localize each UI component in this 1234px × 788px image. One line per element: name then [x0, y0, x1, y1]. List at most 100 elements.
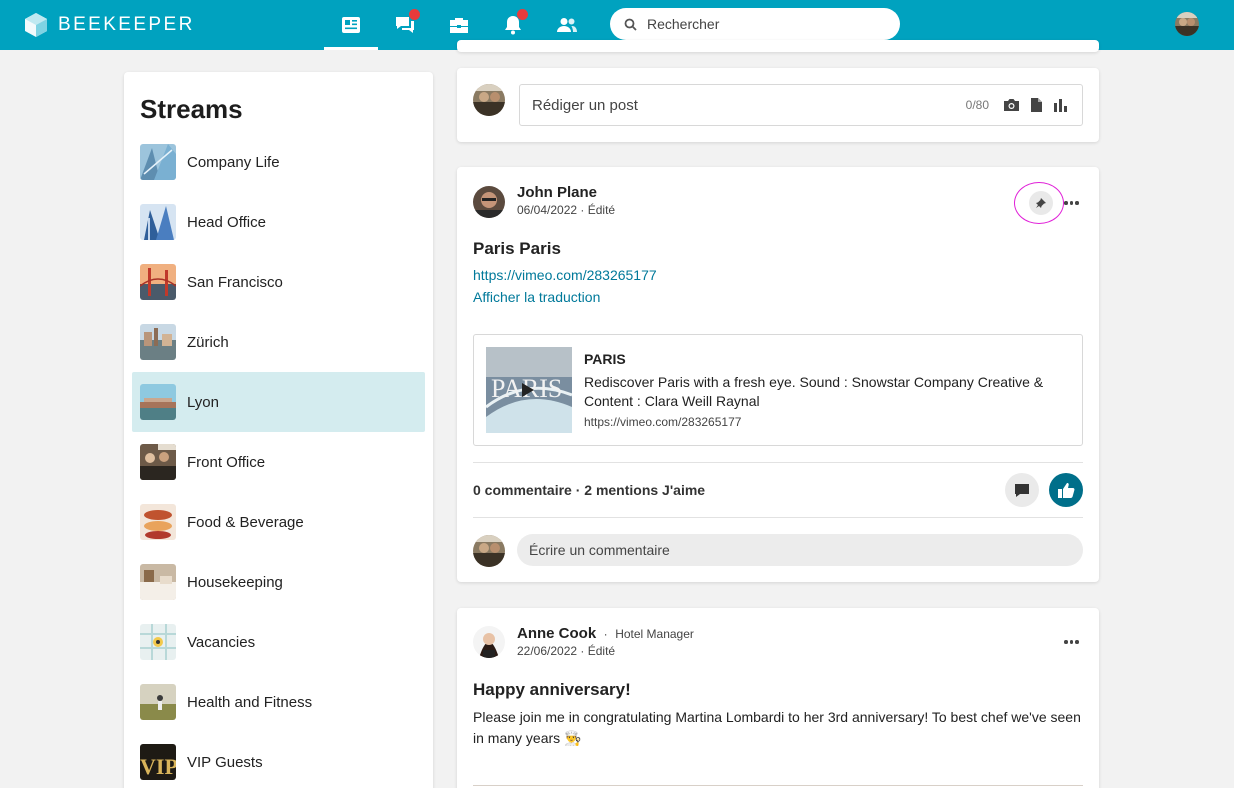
stream-thumbnail [140, 384, 176, 420]
preview-title: PARIS [584, 351, 626, 367]
post-meta: 22/06/2022 · Édité [517, 644, 615, 658]
post-date: 06/04/2022 [517, 203, 578, 217]
composer-card: Rédiger un post 0/80 [457, 68, 1099, 142]
author-avatar[interactable] [473, 626, 505, 658]
stream-zurich[interactable]: Zürich [132, 312, 425, 372]
meta-separator: · [580, 203, 588, 217]
people-icon [557, 18, 577, 32]
previous-card-edge [457, 40, 1099, 52]
post-author[interactable]: John Plane [517, 184, 597, 201]
stream-label: Front Office [187, 453, 266, 471]
stream-lyon[interactable]: Lyon [132, 372, 425, 432]
post-body: Please join me in congratulating Martina… [473, 709, 1081, 746]
composer-avatar [473, 84, 505, 116]
post-title: Paris Paris [473, 239, 561, 258]
stream-thumbnail: VIP [140, 744, 176, 780]
avatar-image [1175, 12, 1199, 36]
post-edited: Édité [587, 644, 616, 658]
stream-thumbnail [140, 504, 176, 540]
stream-food-beverage[interactable]: Food & Beverage [132, 492, 425, 552]
like-button[interactable] [1049, 473, 1083, 507]
poll-icon[interactable] [1053, 98, 1068, 113]
stream-thumbnail [140, 444, 176, 480]
pin-icon [1036, 198, 1046, 208]
stream-label: Company Life [187, 153, 280, 171]
preview-url: https://vimeo.com/283265177 [584, 415, 742, 429]
media-edge [473, 785, 1083, 786]
hexagon-logo-icon [25, 13, 47, 37]
stream-label: Lyon [187, 393, 219, 411]
post-meta: 06/04/2022 · Édité [517, 203, 615, 217]
news-feed-icon [342, 17, 360, 33]
stream-label: Health and Fitness [187, 693, 313, 711]
meta-separator: · [580, 644, 588, 658]
post-edited: Édité [587, 203, 616, 217]
comment-input[interactable]: Écrire un commentaire [517, 534, 1083, 566]
post-date: 22/06/2022 [517, 644, 578, 658]
stream-head-office[interactable]: Head Office [132, 192, 425, 252]
stream-label: VIP Guests [187, 753, 263, 771]
nav-news-feed[interactable] [324, 0, 378, 50]
divider [473, 517, 1083, 518]
compose-post-input[interactable]: Rédiger un post 0/80 [519, 84, 1083, 126]
post-title: Happy anniversary! [473, 680, 631, 699]
character-counter: 0/80 [965, 98, 989, 112]
commenter-avatar [473, 535, 505, 567]
streams-title: Streams [140, 94, 243, 124]
post-stats[interactable]: 0 commentaire · 2 mentions J'aime [473, 482, 705, 498]
tools-icon [450, 18, 468, 33]
post-author: Anne Cook · Hotel Manager [517, 625, 694, 642]
post-card: John Plane 06/04/2022 · Édité Paris Pari… [457, 167, 1099, 582]
beekeeper-logo[interactable]: BEEKEEPER [24, 12, 195, 38]
search-input[interactable] [647, 16, 877, 32]
brand-name: BEEKEEPER [58, 14, 195, 35]
stream-company-life[interactable]: Company Life [132, 132, 425, 192]
meta-separator: · [600, 627, 612, 641]
comment-icon [1015, 483, 1029, 497]
streams-panel: Streams Company Life Head Office San Fra… [124, 72, 433, 788]
comment-button[interactable] [1005, 473, 1039, 507]
stream-label: Head Office [187, 213, 266, 231]
stream-thumbnail [140, 264, 176, 300]
camera-icon[interactable] [1003, 98, 1020, 112]
post-more-options-icon[interactable] [1064, 640, 1079, 644]
stream-thumbnail [140, 624, 176, 660]
search-icon [624, 18, 637, 31]
preview-description: Rediscover Paris with a fresh eye. Sound… [584, 374, 1044, 409]
author-role: Hotel Manager [615, 627, 694, 641]
stream-vacancies[interactable]: Vacancies [132, 612, 425, 672]
stream-thumbnail [140, 324, 176, 360]
stream-thumbnail [140, 144, 176, 180]
document-icon[interactable] [1030, 97, 1043, 113]
divider [473, 462, 1083, 463]
compose-placeholder: Rédiger un post [532, 96, 638, 114]
stream-label: Housekeeping [187, 573, 283, 591]
stream-housekeeping[interactable]: Housekeeping [132, 552, 425, 612]
link-preview[interactable]: PARIS PARIS Rediscover Paris with a fres… [473, 334, 1083, 446]
author-avatar[interactable] [473, 186, 505, 218]
stream-label: Food & Beverage [187, 513, 304, 531]
nav-chats[interactable] [378, 0, 432, 50]
pin-button[interactable] [1029, 191, 1053, 215]
stream-san-francisco[interactable]: San Francisco [132, 252, 425, 312]
stream-label: San Francisco [187, 273, 283, 291]
stream-front-office[interactable]: Front Office [132, 432, 425, 492]
stream-thumbnail [140, 564, 176, 600]
stream-vip-guests[interactable]: VIP VIP Guests [132, 732, 425, 788]
notification-badge [517, 9, 528, 20]
svg-text:VIP: VIP [140, 754, 176, 779]
thumbs-up-icon [1058, 482, 1075, 498]
author-name[interactable]: Anne Cook [517, 625, 596, 642]
stream-thumbnail [140, 204, 176, 240]
user-avatar[interactable] [1175, 12, 1199, 36]
search-bar[interactable] [610, 8, 900, 40]
stream-label: Vacancies [187, 633, 256, 651]
post-link[interactable]: https://vimeo.com/283265177 [473, 267, 657, 283]
translate-link[interactable]: Afficher la traduction [473, 289, 600, 305]
comment-placeholder: Écrire un commentaire [529, 542, 670, 558]
stream-thumbnail [140, 684, 176, 720]
video-thumbnail[interactable]: PARIS [486, 347, 572, 433]
stream-health-fitness[interactable]: Health and Fitness [132, 672, 425, 732]
chat-badge [409, 9, 420, 20]
post-more-options-icon[interactable] [1064, 201, 1079, 205]
